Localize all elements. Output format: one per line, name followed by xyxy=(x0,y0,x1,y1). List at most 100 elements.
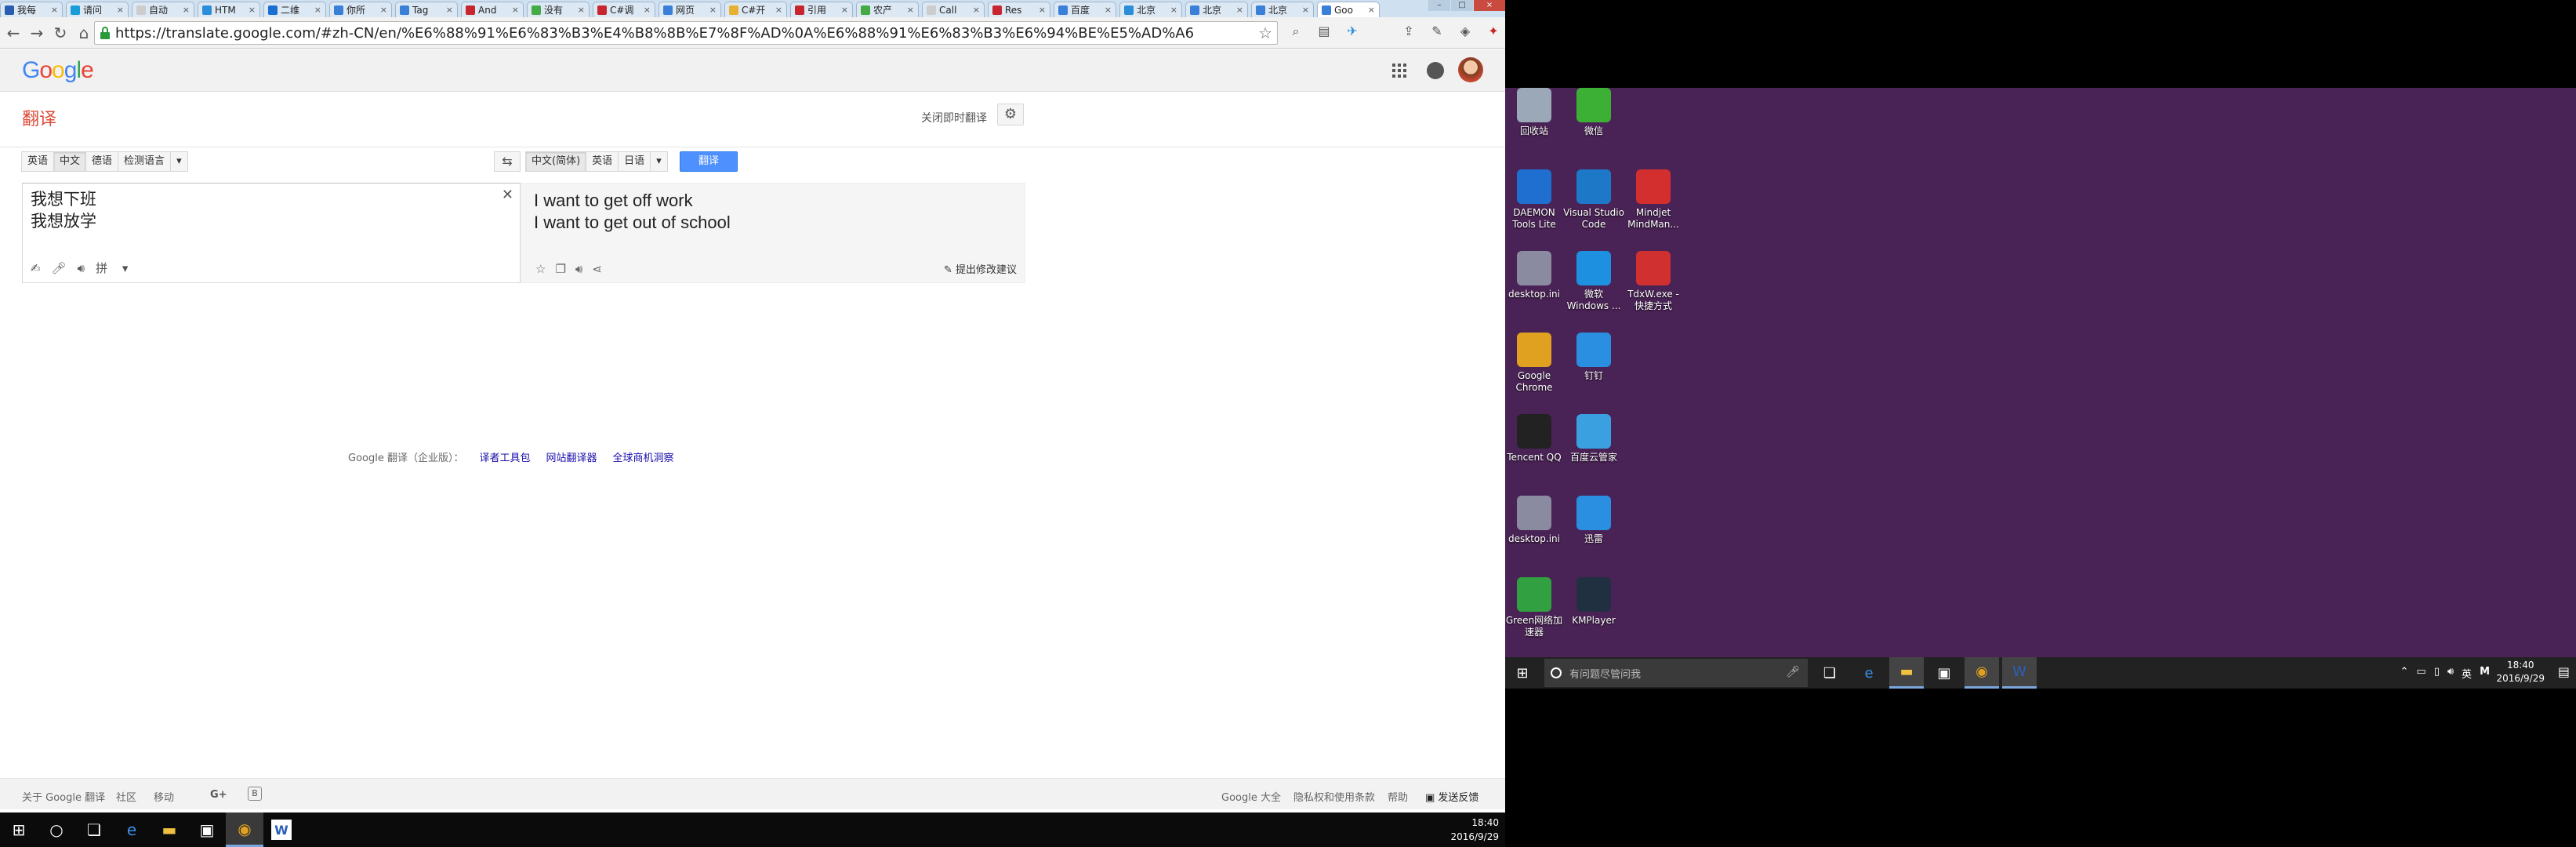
share-extension-icon[interactable]: ⇪ xyxy=(1399,21,1419,42)
desktop-icon[interactable]: TdxW.exe - 快捷方式 xyxy=(1623,251,1684,312)
close-tab-icon[interactable]: × xyxy=(1236,5,1243,15)
browser-tab[interactable]: 二维 × xyxy=(263,2,326,17)
browser-tab[interactable]: 引用 × xyxy=(790,2,853,17)
desktop-icon[interactable]: Visual Studio Code xyxy=(1563,169,1624,231)
browser-tab[interactable]: HTM × xyxy=(198,2,260,17)
google-plus-icon[interactable]: G+ xyxy=(210,789,227,801)
desktop-icon[interactable]: 钉钉 xyxy=(1563,333,1624,382)
input-method-icon[interactable]: M xyxy=(2480,666,2490,681)
apps-grid-icon[interactable] xyxy=(1392,64,1406,78)
url-text[interactable]: https://translate.google.com/#zh-CN/en/%… xyxy=(115,25,1258,42)
browser-tab[interactable]: Goo × xyxy=(1317,2,1380,17)
edge-icon[interactable]: e xyxy=(113,812,151,847)
desktop-icon[interactable]: desktop.ini xyxy=(1504,251,1565,300)
close-tab-icon[interactable]: × xyxy=(183,5,190,15)
store-icon[interactable]: ▣ xyxy=(1927,657,1961,689)
close-icon[interactable]: ✕ xyxy=(502,187,513,203)
community-link[interactable]: 社区 xyxy=(116,789,136,804)
about-link[interactable]: 关于 Google 翻译 xyxy=(22,789,105,804)
browser-tab[interactable]: 百度 × xyxy=(1054,2,1116,17)
minimize-button[interactable]: – xyxy=(1428,0,1450,11)
cortana-search-box[interactable]: 有问题尽管问我 🎤︎ xyxy=(1544,659,1808,687)
close-tab-icon[interactable]: × xyxy=(775,5,782,15)
word-icon[interactable]: W xyxy=(271,820,292,840)
language-option[interactable]: 日语 xyxy=(618,151,651,172)
display-icon[interactable]: ▯ xyxy=(2434,666,2440,681)
desktop-icon[interactable]: 百度云管家 xyxy=(1563,414,1624,463)
search-extension-icon[interactable]: ⌕ xyxy=(1286,21,1306,42)
privacy-link[interactable]: 隐私权和使用条款 xyxy=(1293,789,1375,804)
google-logo[interactable]: Google xyxy=(22,57,94,84)
home-icon[interactable]: ⌂ xyxy=(74,23,94,43)
close-tab-icon[interactable]: × xyxy=(973,5,980,15)
windows-start-icon[interactable]: ⊞ xyxy=(1505,657,1540,689)
translate-button[interactable]: 翻译 xyxy=(680,151,738,172)
star-icon[interactable]: ☆ xyxy=(535,262,546,276)
close-tab-icon[interactable]: × xyxy=(907,5,914,15)
browser-tab[interactable]: 请问 × xyxy=(66,2,129,17)
browser-tab[interactable]: 北京 × xyxy=(1119,2,1182,17)
close-tab-icon[interactable]: × xyxy=(644,5,651,15)
network-icon[interactable]: ▭ xyxy=(2416,666,2425,681)
global-market-finder-link[interactable]: 全球商机洞察 xyxy=(613,449,674,464)
close-window-button[interactable]: × xyxy=(1474,0,1505,11)
word-icon[interactable]: W xyxy=(2002,657,2037,689)
close-tab-icon[interactable]: × xyxy=(512,5,519,15)
close-tab-icon[interactable]: × xyxy=(446,5,453,15)
source-text-area[interactable]: 我想下班 我想放学 ✕ ✍ 🎤︎ 🔊︎ 拼 ▾ xyxy=(22,183,521,283)
pin-extension-icon[interactable]: ✎ xyxy=(1427,21,1447,42)
clock[interactable]: 18:40 2016/9/29 xyxy=(2496,659,2545,685)
desktop-icon[interactable]: 微信 xyxy=(1563,88,1624,137)
close-tab-icon[interactable]: × xyxy=(709,5,717,15)
close-tab-icon[interactable]: × xyxy=(1039,5,1046,15)
language-option[interactable]: 英语 xyxy=(21,151,55,172)
close-tab-icon[interactable]: × xyxy=(1368,5,1375,15)
google-all-link[interactable]: Google 大全 xyxy=(1221,789,1281,804)
handwriting-icon[interactable]: ✍ xyxy=(31,261,41,275)
browser-tab[interactable]: 你所 × xyxy=(329,2,392,17)
desktop-icon[interactable]: Green网络加速器 xyxy=(1504,577,1565,638)
chevron-down-icon[interactable]: ▾ xyxy=(650,151,668,172)
suggest-edit-link[interactable]: ✎ 提出修改建议 xyxy=(944,261,1017,276)
pinyin-input-button[interactable]: 拼 ▾ xyxy=(96,260,128,276)
browser-tab[interactable]: 自动 × xyxy=(132,2,194,17)
copy-icon[interactable]: ❐ xyxy=(555,262,565,276)
notifications-icon[interactable] xyxy=(1427,62,1444,79)
speaker-icon[interactable]: 🔊︎ xyxy=(575,262,582,276)
desktop-icon[interactable]: desktop.ini xyxy=(1504,496,1565,545)
close-tab-icon[interactable]: × xyxy=(117,5,124,15)
clock[interactable]: 18:40 2016/9/29 xyxy=(1450,816,1499,844)
ime-indicator[interactable]: 英 xyxy=(2462,666,2472,681)
task-view-icon[interactable]: ❏ xyxy=(1812,657,1847,689)
browser-tab[interactable]: 网页 × xyxy=(659,2,721,17)
translator-toolkit-link[interactable]: 译者工具包 xyxy=(479,449,530,464)
microphone-icon[interactable]: 🎤︎ xyxy=(52,261,67,275)
avatar[interactable] xyxy=(1458,57,1483,82)
windows-start-icon[interactable]: ⊞ xyxy=(0,812,38,847)
desktop-icon[interactable]: KMPlayer xyxy=(1563,577,1624,627)
desktop-icon[interactable]: Mindjet MindMan... xyxy=(1623,169,1684,231)
swap-languages-icon[interactable]: ⇆ xyxy=(494,151,521,172)
browser-tab[interactable]: 北京 × xyxy=(1185,2,1248,17)
close-tab-icon[interactable]: × xyxy=(578,5,585,15)
close-tab-icon[interactable]: × xyxy=(1105,5,1112,15)
gamepad-extension-icon[interactable]: ◈ xyxy=(1455,21,1475,42)
feedback-link[interactable]: ▣ 发送反馈 xyxy=(1425,789,1478,804)
website-translator-link[interactable]: 网站翻译器 xyxy=(546,449,597,464)
close-tab-icon[interactable]: × xyxy=(1302,5,1309,15)
desktop-icon[interactable]: DAEMON Tools Lite xyxy=(1504,169,1565,231)
file-explorer-icon[interactable]: ▬ xyxy=(1889,657,1924,689)
reload-icon[interactable]: ↻ xyxy=(50,23,71,43)
edge-icon[interactable]: e xyxy=(1852,657,1886,689)
task-view-icon[interactable]: ❏ xyxy=(75,812,113,847)
browser-tab[interactable]: And × xyxy=(461,2,524,17)
browser-tab[interactable]: C#开 × xyxy=(724,2,787,17)
close-tab-icon[interactable]: × xyxy=(1170,5,1177,15)
bookmark-star-icon[interactable]: ☆ xyxy=(1258,24,1272,42)
result-text[interactable]: I want to get off work I want to get out… xyxy=(534,190,731,234)
desktop-icon[interactable]: 回收站 xyxy=(1504,88,1565,137)
chrome-icon[interactable]: ◉ xyxy=(226,812,263,847)
mobile-link[interactable]: 移动 xyxy=(154,789,174,804)
settings-extension-icon[interactable]: ✦ xyxy=(1483,21,1504,42)
close-tab-icon[interactable]: × xyxy=(249,5,256,15)
